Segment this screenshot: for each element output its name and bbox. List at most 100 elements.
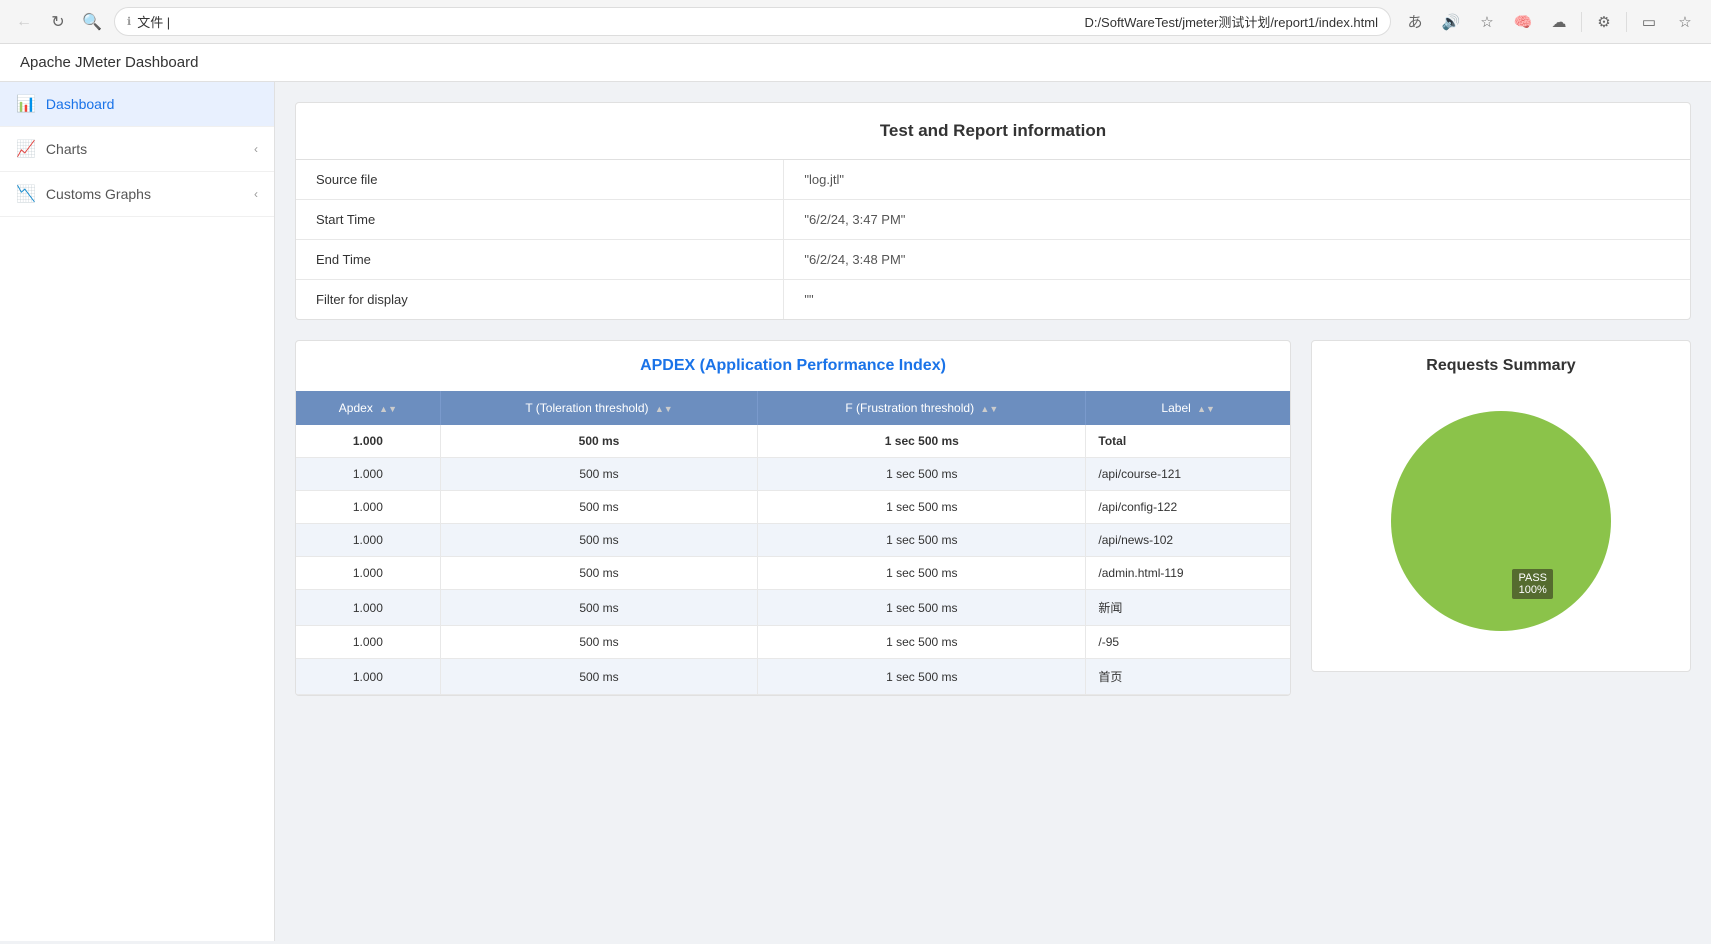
divider2	[1626, 12, 1627, 32]
col-apdex[interactable]: Apdex ▲▼	[296, 391, 440, 425]
info-row-label: End Time	[296, 240, 784, 280]
apdex-cell-apdex: 1.000	[296, 626, 440, 659]
apdex-table: Apdex ▲▼ T (Toleration threshold) ▲▼ F (…	[296, 391, 1290, 695]
apdex-card: APDEX (Application Performance Index) Ap…	[295, 340, 1291, 696]
apdex-table-row: 1.000 500 ms 1 sec 500 ms /api/news-102	[296, 524, 1290, 557]
apdex-table-row: 1.000 500 ms 1 sec 500 ms 首页	[296, 659, 1290, 695]
search-button[interactable]: 🔍	[80, 10, 104, 34]
sidebar-item-customs-graphs[interactable]: 📉 Customs Graphs ‹	[0, 172, 274, 217]
apdex-cell-t: 500 ms	[440, 491, 757, 524]
address-url: D:/SoftWareTest/jmeter测试计划/report1/index…	[1084, 12, 1378, 31]
sidebar-button[interactable]: ▭	[1635, 8, 1663, 36]
sort-icon-f: ▲▼	[980, 404, 998, 414]
back-button[interactable]: ←	[12, 10, 36, 34]
apdex-table-row: 1.000 500 ms 1 sec 500 ms /api/course-12…	[296, 458, 1290, 491]
apdex-cell-label: Total	[1086, 425, 1290, 458]
apdex-table-row: 1.000 500 ms 1 sec 500 ms Total	[296, 425, 1290, 458]
dashboard-icon: 📊	[16, 94, 36, 114]
reload-button[interactable]: ↻	[46, 10, 70, 34]
browser-actions: あ 🔊 ☆ 🧠 ☁ ⚙ ▭ ☆	[1401, 8, 1699, 36]
divider	[1581, 12, 1582, 32]
info-table-row: Source file "log.jtl"	[296, 160, 1690, 200]
apdex-cell-apdex: 1.000	[296, 491, 440, 524]
col-label[interactable]: Label ▲▼	[1086, 391, 1290, 425]
requests-card: Requests Summary PASS 100%	[1311, 340, 1691, 672]
sidebar-label-dashboard: Dashboard	[46, 96, 258, 112]
apdex-table-row: 1.000 500 ms 1 sec 500 ms /-95	[296, 626, 1290, 659]
sort-icon-apdex: ▲▼	[379, 404, 397, 414]
apdex-table-row: 1.000 500 ms 1 sec 500 ms /api/config-12…	[296, 491, 1290, 524]
apdex-cell-apdex: 1.000	[296, 557, 440, 590]
address-bar[interactable]: ℹ 文件 | D:/SoftWareTest/jmeter测试计划/report…	[114, 7, 1391, 36]
apdex-cell-label: 首页	[1086, 659, 1290, 695]
browser-chrome: ← ↻ 🔍 ℹ 文件 | D:/SoftWareTest/jmeter测试计划/…	[0, 0, 1711, 44]
apdex-cell-apdex: 1.000	[296, 458, 440, 491]
app-title: Apache JMeter Dashboard	[20, 54, 198, 71]
apdex-cell-apdex: 1.000	[296, 659, 440, 695]
sidebar-item-dashboard[interactable]: 📊 Dashboard	[0, 82, 274, 127]
apdex-cell-f: 1 sec 500 ms	[758, 659, 1086, 695]
apdex-title: APDEX (Application Performance Index)	[296, 341, 1290, 391]
apdex-cell-f: 1 sec 500 ms	[758, 626, 1086, 659]
pie-container: PASS 100%	[1312, 391, 1690, 651]
brain-button[interactable]: 🧠	[1509, 8, 1537, 36]
apdex-cell-apdex: 1.000	[296, 590, 440, 626]
charts-arrow-icon: ‹	[254, 142, 258, 156]
sidebar-item-charts[interactable]: 📈 Charts ‹	[0, 127, 274, 172]
apdex-table-row: 1.000 500 ms 1 sec 500 ms 新闻	[296, 590, 1290, 626]
cloud-button[interactable]: ☁	[1545, 8, 1573, 36]
apdex-cell-t: 500 ms	[440, 458, 757, 491]
pass-percent: 100%	[1518, 584, 1547, 596]
col-t[interactable]: T (Toleration threshold) ▲▼	[440, 391, 757, 425]
info-row-value: ""	[784, 280, 1690, 320]
sort-icon-label: ▲▼	[1197, 404, 1215, 414]
settings-button[interactable]: ⚙	[1590, 8, 1618, 36]
translate-button[interactable]: あ	[1401, 8, 1429, 36]
info-icon: ℹ	[127, 15, 131, 28]
info-row-value: "6/2/24, 3:48 PM"	[784, 240, 1690, 280]
apdex-cell-f: 1 sec 500 ms	[758, 425, 1086, 458]
info-row-label: Source file	[296, 160, 784, 200]
read-aloud-button[interactable]: 🔊	[1437, 8, 1465, 36]
apdex-cell-label: /admin.html-119	[1086, 557, 1290, 590]
collections-button[interactable]: ☆	[1671, 8, 1699, 36]
info-table-row: End Time "6/2/24, 3:48 PM"	[296, 240, 1690, 280]
info-card: Test and Report information Source file …	[295, 102, 1691, 320]
requests-title: Requests Summary	[1312, 341, 1690, 391]
sidebar-label-customs-graphs: Customs Graphs	[46, 186, 254, 202]
info-table: Source file "log.jtl" Start Time "6/2/24…	[296, 160, 1690, 319]
apdex-cell-label: 新闻	[1086, 590, 1290, 626]
apdex-cell-label: /api/news-102	[1086, 524, 1290, 557]
info-row-value: "log.jtl"	[784, 160, 1690, 200]
apdex-cell-apdex: 1.000	[296, 524, 440, 557]
apdex-cell-t: 500 ms	[440, 626, 757, 659]
info-row-label: Start Time	[296, 200, 784, 240]
sidebar-label-charts: Charts	[46, 141, 254, 157]
apdex-table-row: 1.000 500 ms 1 sec 500 ms /admin.html-11…	[296, 557, 1290, 590]
sidebar: 📊 Dashboard 📈 Charts ‹ 📉 Customs Graphs …	[0, 82, 275, 941]
sort-icon-t: ▲▼	[655, 404, 673, 414]
apdex-cell-t: 500 ms	[440, 659, 757, 695]
col-f[interactable]: F (Frustration threshold) ▲▼	[758, 391, 1086, 425]
main-content: Test and Report information Source file …	[275, 82, 1711, 941]
pass-badge: PASS 100%	[1512, 569, 1553, 599]
pie-chart: PASS 100%	[1381, 401, 1621, 641]
info-table-row: Start Time "6/2/24, 3:47 PM"	[296, 200, 1690, 240]
apdex-cell-t: 500 ms	[440, 425, 757, 458]
apdex-cell-apdex: 1.000	[296, 425, 440, 458]
bottom-section: APDEX (Application Performance Index) Ap…	[295, 340, 1691, 696]
customs-graphs-arrow-icon: ‹	[254, 187, 258, 201]
apdex-cell-label: /api/course-121	[1086, 458, 1290, 491]
apdex-cell-label: /-95	[1086, 626, 1290, 659]
customs-graphs-icon: 📉	[16, 184, 36, 204]
info-table-row: Filter for display ""	[296, 280, 1690, 320]
apdex-cell-f: 1 sec 500 ms	[758, 590, 1086, 626]
apdex-cell-t: 500 ms	[440, 590, 757, 626]
apdex-cell-f: 1 sec 500 ms	[758, 557, 1086, 590]
favorites-button[interactable]: ☆	[1473, 8, 1501, 36]
charts-icon: 📈	[16, 139, 36, 159]
apdex-cell-f: 1 sec 500 ms	[758, 524, 1086, 557]
info-card-title: Test and Report information	[296, 103, 1690, 160]
address-text: 文件 |	[137, 12, 1078, 31]
info-row-value: "6/2/24, 3:47 PM"	[784, 200, 1690, 240]
